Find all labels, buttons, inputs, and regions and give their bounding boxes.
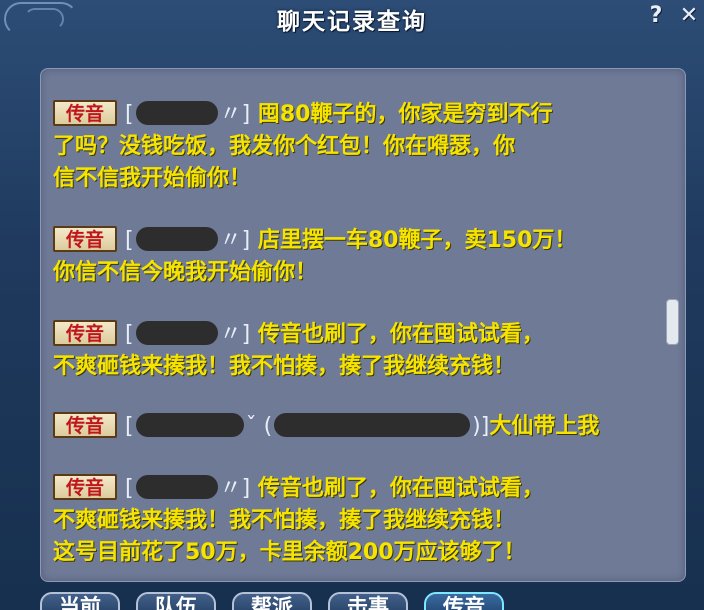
message-text: 囤80鞭子的，你家是穷到不行 [257, 102, 553, 127]
close-button[interactable]: ✕ [676, 3, 702, 29]
message-text: 店里摆一车80鞭子，卖150万！ [257, 228, 577, 253]
bracket-close: 〃] [219, 476, 251, 501]
tab-guild[interactable]: 帮派 [232, 592, 312, 610]
message-text: 传音也刷了，你在囤试试看， [257, 322, 544, 347]
bracket-open: [ [125, 476, 134, 501]
redacted-name [135, 321, 218, 345]
message-text: 大仙带上我 [489, 414, 600, 439]
tab-events[interactable]: 击事 [328, 592, 408, 610]
message-text: 这号目前花了50万，卡里余额200万应该够了！ [53, 540, 526, 565]
chat-message: 传音 [ 〃] 传音也刷了，你在囤试试看， 不爽砸钱来揍我！我不怕揍，揍了我继续充钱… [53, 319, 653, 383]
redacted-title [274, 413, 471, 437]
help-button[interactable]: ? [643, 3, 669, 29]
bracket-close: 〃] [219, 102, 251, 127]
bracket-open: [ [125, 322, 134, 347]
chat-message: 传音 [ 〃] 店里摆一车80鞭子，卖150万！ 你信不信今晚我开始偷你！ [53, 225, 653, 289]
channel-badge[interactable]: 传音 [53, 226, 117, 252]
bracket-close: 〃] [219, 322, 251, 347]
tab-current[interactable]: 当前 [40, 592, 120, 610]
message-text: 了吗？没钱吃饭，我发你个红包！你在嘚瑟，你 [53, 134, 516, 159]
channel-badge[interactable]: 传音 [53, 100, 117, 126]
bracket-open: [ [125, 102, 134, 127]
tab-whisper[interactable]: 传音 [424, 592, 504, 610]
bracket-open: [ [125, 228, 134, 253]
bracket-close: )] [472, 414, 490, 439]
scrollbar-thumb[interactable] [666, 299, 679, 345]
channel-badge[interactable]: 传音 [53, 320, 117, 346]
message-text: 信不信我开始偷你！ [53, 166, 252, 191]
message-text: 不爽砸钱来揍我！我不怕揍，揍了我继续充钱！ [53, 508, 516, 533]
message-text: 不爽砸钱来揍我！我不怕揍，揍了我继续充钱！ [53, 354, 516, 379]
bracket-close: 〃] [219, 228, 251, 253]
message-text: 传音也刷了，你在囤试试看， [257, 476, 544, 501]
bracket-open: [ [125, 414, 134, 439]
channel-badge[interactable]: 传音 [53, 474, 117, 500]
chat-log-panel: 传音 [ 〃] 囤80鞭子的，你家是穷到不行 了吗？没钱吃饭，我发你个红包！你在嘚瑟… [40, 68, 686, 582]
chat-message: 传音 [ 〃] 囤80鞭子的，你家是穷到不行 了吗？没钱吃饭，我发你个红包！你在嘚瑟… [53, 99, 653, 195]
redacted-name [135, 475, 218, 499]
redacted-name [135, 413, 244, 437]
redacted-name [135, 101, 218, 125]
message-text: 你信不信今晚我开始偷你！ [53, 260, 318, 285]
redacted-name [135, 227, 218, 251]
window-title: 聊天记录查询 [277, 9, 427, 35]
title-bar: 聊天记录查询 ? ✕ [0, 0, 704, 35]
channel-badge[interactable]: 传音 [53, 412, 117, 438]
chat-history-window: 聊天记录查询 ? ✕ 传音 [ 〃] 囤80鞭子的，你家是穷到不行 了吗？没钱吃饭，… [0, 0, 704, 610]
chat-message: 传音 [ ˇ ()]大仙带上我 [53, 411, 653, 443]
chat-message: 传音 [ 〃] 传音也刷了，你在囤试试看， 不爽砸钱来揍我！我不怕揍，揍了我继续充钱… [53, 473, 653, 569]
bracket-close: ˇ ( [245, 414, 273, 439]
tab-team[interactable]: 队伍 [136, 592, 216, 610]
